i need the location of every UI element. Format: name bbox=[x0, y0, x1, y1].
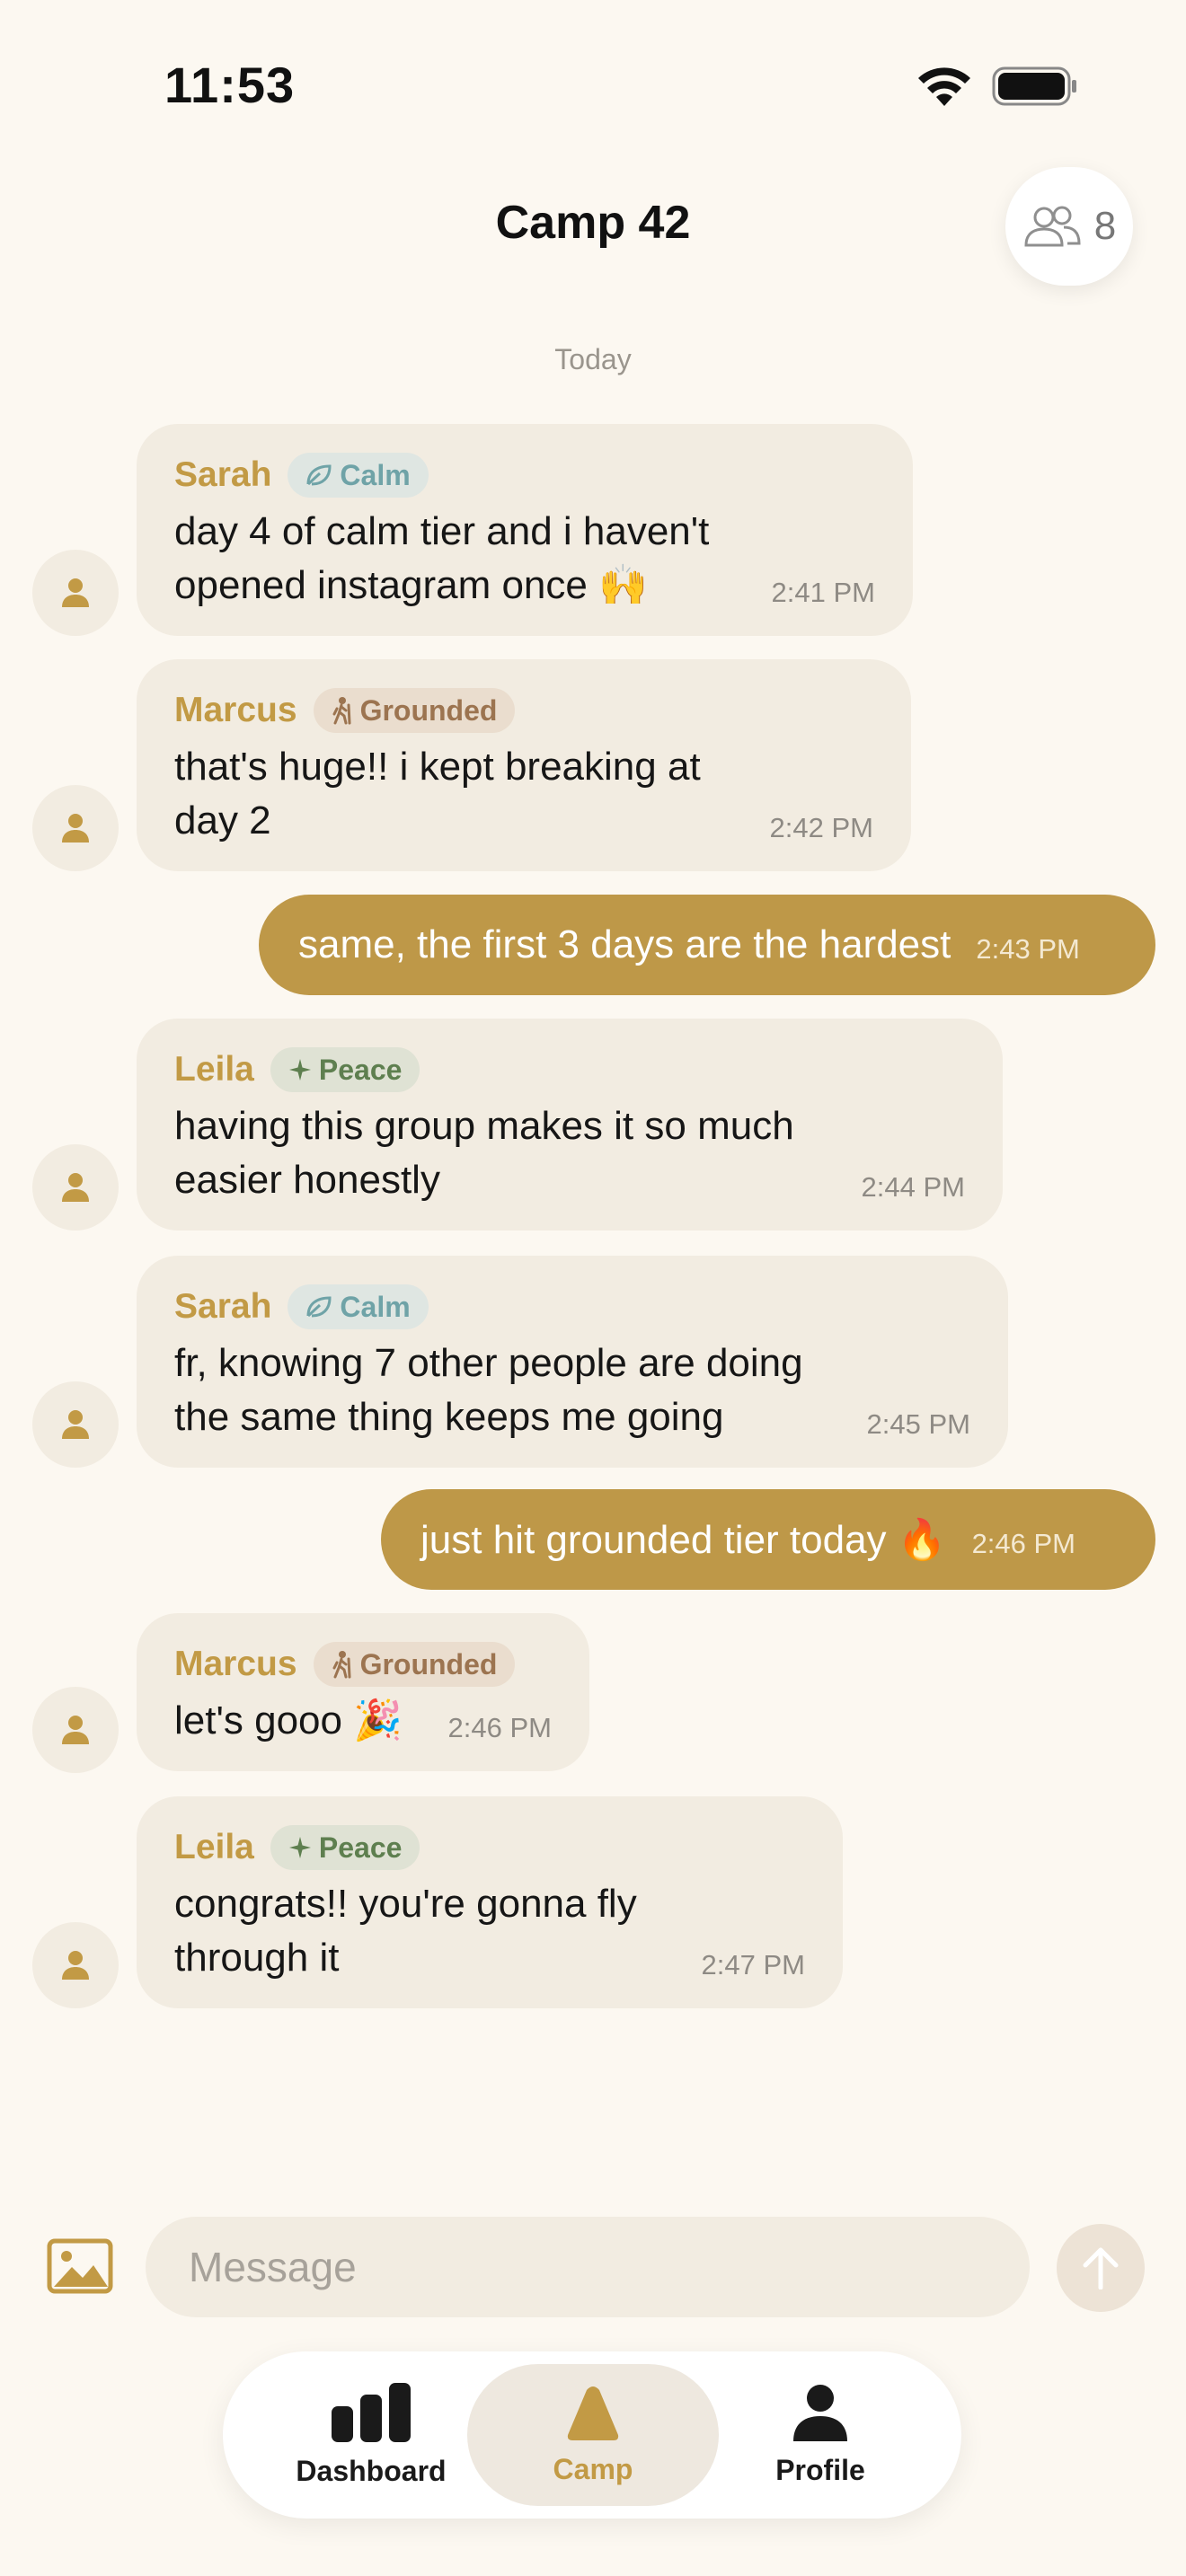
send-button[interactable] bbox=[1057, 2224, 1145, 2312]
tier-badge: Grounded bbox=[313, 1642, 516, 1687]
tier-badge: Calm bbox=[288, 1284, 429, 1329]
leaf-icon bbox=[306, 464, 332, 486]
wifi-icon bbox=[918, 67, 970, 106]
tier-badge: Peace bbox=[270, 1047, 420, 1092]
message-time: 2:45 PM bbox=[866, 1408, 970, 1440]
message-bubble[interactable]: Sarah Calm day 4 of calm tier and i have… bbox=[137, 424, 913, 636]
image-icon[interactable] bbox=[47, 2238, 113, 2294]
status-time: 11:53 bbox=[164, 57, 296, 113]
date-divider: Today bbox=[554, 343, 632, 375]
leaf-icon bbox=[306, 1296, 332, 1318]
sender-name: Marcus bbox=[174, 1645, 297, 1683]
message-placeholder: Message bbox=[189, 2244, 357, 2290]
avatar[interactable] bbox=[32, 1687, 119, 1773]
message-bubble[interactable]: Marcus Grounded let's gooo 🎉 2:46 PM bbox=[137, 1613, 589, 1771]
hiker-icon bbox=[332, 1651, 351, 1679]
person-icon bbox=[62, 1410, 89, 1439]
message-text: congrats!! you're gonna fly through it bbox=[174, 1882, 637, 1980]
message-bubble[interactable]: Leila Peace congrats!! you're gonna fly t… bbox=[137, 1796, 843, 2008]
outgoing-message-bubble[interactable]: same, the first 3 days are the hardest 2… bbox=[259, 895, 1155, 995]
message-text: that's huge!! i kept breaking at day 2 bbox=[174, 745, 701, 842]
battery-icon bbox=[992, 66, 1076, 106]
sender-name: Sarah bbox=[174, 455, 272, 494]
message-time: 2:41 PM bbox=[771, 577, 875, 608]
message-text: fr, knowing 7 other people are doing the … bbox=[174, 1341, 803, 1439]
person-icon bbox=[62, 1173, 89, 1202]
people-icon bbox=[1024, 206, 1081, 247]
members-button[interactable]: 8 bbox=[1005, 167, 1133, 286]
message-time: 2:43 PM bbox=[976, 933, 1080, 965]
sender-name: Sarah bbox=[174, 1287, 272, 1326]
message-time: 2:46 PM bbox=[971, 1528, 1076, 1559]
bar-chart-icon bbox=[332, 2382, 411, 2442]
avatar[interactable] bbox=[32, 550, 119, 636]
sender-name: Leila bbox=[174, 1050, 254, 1089]
tier-badge: Peace bbox=[270, 1825, 420, 1870]
tent-icon bbox=[567, 2386, 619, 2440]
person-icon bbox=[62, 814, 89, 842]
message-input[interactable]: Message bbox=[146, 2217, 1030, 2317]
hiker-icon bbox=[332, 697, 351, 725]
message-text: just hit grounded tier today 🔥 bbox=[420, 1518, 947, 1562]
person-icon bbox=[793, 2384, 847, 2441]
message-text: same, the first 3 days are the hardest bbox=[298, 922, 951, 966]
tab-camp[interactable]: Camp bbox=[467, 2364, 719, 2506]
person-icon bbox=[62, 578, 89, 607]
message-time: 2:42 PM bbox=[769, 812, 873, 843]
outgoing-message-bubble[interactable]: just hit grounded tier today 🔥 2:46 PM bbox=[381, 1489, 1155, 1590]
avatar[interactable] bbox=[32, 1922, 119, 2008]
tab-profile[interactable]: Profile bbox=[694, 2364, 947, 2506]
member-count: 8 bbox=[1093, 204, 1117, 248]
person-icon bbox=[62, 1951, 89, 1980]
tier-badge: Calm bbox=[288, 453, 429, 498]
sparkle-icon bbox=[288, 1059, 311, 1081]
message-time: 2:46 PM bbox=[447, 1712, 552, 1743]
person-icon bbox=[62, 1716, 89, 1744]
message-text: having this group makes it so much easier… bbox=[174, 1104, 794, 1202]
message-bubble[interactable]: Leila Peace having this group makes it s… bbox=[137, 1019, 1003, 1231]
message-bubble[interactable]: Sarah Calm fr, knowing 7 other people ar… bbox=[137, 1256, 1008, 1468]
message-bubble[interactable]: Marcus Grounded that's huge!! i kept bre… bbox=[137, 659, 911, 871]
tab-bar: Dashboard Camp Profile bbox=[223, 2351, 961, 2519]
message-time: 2:44 PM bbox=[861, 1171, 965, 1203]
message-text: let's gooo 🎉 bbox=[174, 1698, 403, 1742]
tab-dashboard[interactable]: Dashboard bbox=[244, 2364, 498, 2506]
tier-badge: Grounded bbox=[313, 688, 516, 733]
avatar[interactable] bbox=[32, 1381, 119, 1468]
sender-name: Leila bbox=[174, 1828, 254, 1866]
message-text: day 4 of calm tier and i haven't opened i… bbox=[174, 509, 710, 607]
avatar[interactable] bbox=[32, 1144, 119, 1231]
arrow-up-icon bbox=[1083, 2247, 1119, 2289]
avatar[interactable] bbox=[32, 785, 119, 871]
sender-name: Marcus bbox=[174, 691, 297, 729]
sparkle-icon bbox=[288, 1837, 311, 1858]
message-time: 2:47 PM bbox=[701, 1949, 805, 1981]
